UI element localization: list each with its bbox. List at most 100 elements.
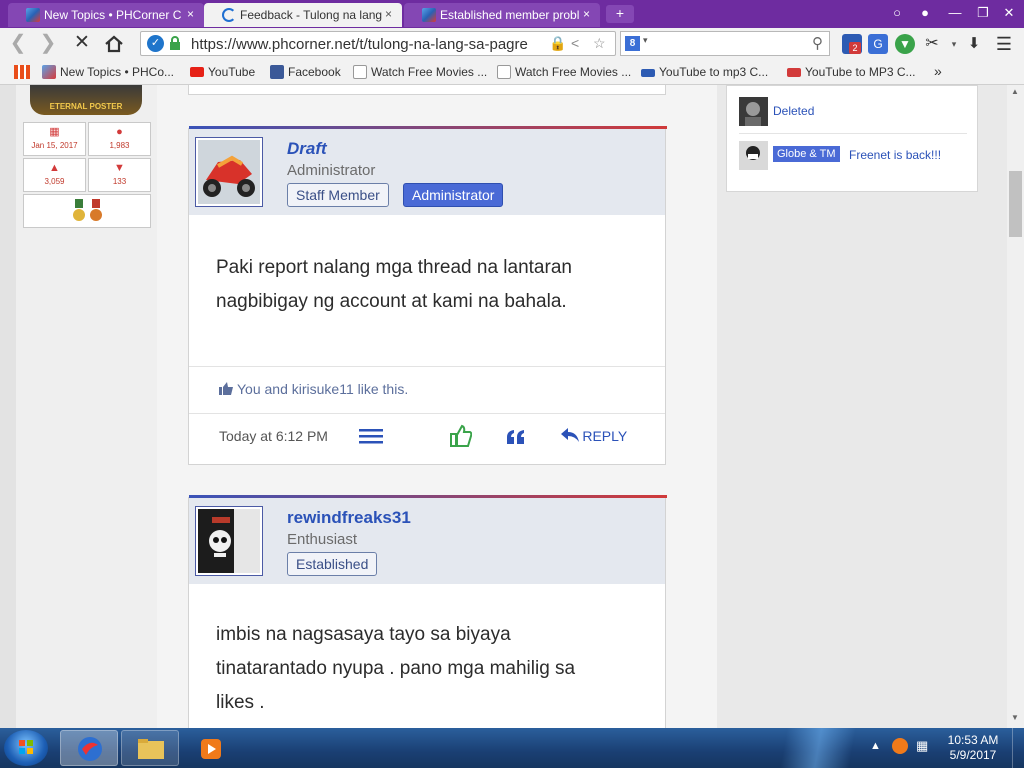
shield-extension-icon[interactable]: ▼ [895, 34, 915, 54]
media-player-icon [201, 739, 221, 759]
scrollbar-thumb[interactable] [1009, 171, 1022, 237]
user-stats-sidebar: ETERNAL POSTER ▦ Jan 15, 2017 ● 1,983 ▲ … [16, 85, 157, 728]
page-icon [497, 65, 511, 79]
engine-dropdown-icon[interactable]: ▾ [643, 35, 648, 46]
tab-established-member[interactable]: Established member probl × [404, 3, 600, 27]
clock-time: 10:53 AM [947, 733, 999, 747]
post-menu-icon[interactable] [359, 428, 383, 444]
thread-link[interactable]: Freenet is back!!! [849, 148, 941, 162]
reply-button[interactable]: REPLY [561, 428, 627, 454]
stat-join-date[interactable]: ▦ Jan 15, 2017 [23, 122, 86, 156]
profile-icon[interactable]: ● [914, 4, 936, 22]
forward-arrow-icon[interactable]: ❯ [36, 32, 60, 56]
post-timestamp[interactable]: Today at 6:12 PM [219, 428, 328, 444]
chat-icon[interactable]: ○ [886, 4, 908, 22]
tab-close-icon[interactable]: × [583, 7, 590, 21]
thread-link[interactable]: Deleted [773, 104, 814, 118]
search-input[interactable] [655, 34, 805, 53]
taskbar-explorer[interactable] [121, 730, 179, 766]
new-tab-button[interactable]: + [606, 5, 634, 23]
post-draft: Draft Administrator Staff Member Adminis… [188, 126, 667, 465]
bookmark-watch-movies-1[interactable]: Watch Free Movies ... [353, 65, 487, 79]
stat-trophies[interactable]: ▼ 133 [88, 158, 151, 192]
menu-icon[interactable]: ☰ [994, 34, 1014, 54]
user-title: Enthusiast [287, 531, 358, 548]
scroll-down-icon[interactable]: ▼ [1011, 713, 1020, 722]
home-icon[interactable] [102, 32, 126, 56]
search-engine-icon[interactable]: 8 [625, 36, 640, 51]
username-link[interactable]: Draft [287, 139, 327, 159]
tab-feedback[interactable]: Feedback - Tulong na lang × [204, 3, 402, 27]
scissors-dropdown-icon[interactable]: ▾ [944, 34, 964, 54]
more-bookmarks-icon[interactable]: » [934, 63, 942, 79]
verified-shield-icon: ✓ [147, 35, 164, 52]
tab-close-icon[interactable]: × [385, 7, 392, 21]
windows-logo-icon [19, 740, 33, 754]
close-window-icon[interactable]: ✕ [998, 4, 1020, 22]
like-button-icon[interactable] [450, 424, 472, 448]
bookmark-facebook[interactable]: Facebook [270, 65, 341, 79]
url-text[interactable]: https://www.phcorner.net/t/tulong-na-lan… [191, 36, 541, 53]
bookmark-new-topics[interactable]: New Topics • PHCo... [42, 65, 174, 79]
medal-icon[interactable] [89, 199, 103, 223]
show-desktop-button[interactable] [1012, 728, 1024, 768]
avatar[interactable] [195, 137, 263, 207]
bookmark-star-icon[interactable]: ☆ [593, 35, 606, 52]
browser-title-bar: New Topics • PHCorner C × Feedback - Tul… [0, 0, 1024, 28]
search-box[interactable]: 8 ▾ ⚲ [620, 31, 830, 56]
tab-new-topics[interactable]: New Topics • PHCorner C × [8, 3, 204, 27]
ext-notification-icon[interactable]: 2 [842, 34, 862, 54]
start-button[interactable] [4, 730, 48, 766]
taskbar-browser[interactable] [60, 730, 118, 766]
quote-icon[interactable] [507, 430, 525, 444]
stat-messages[interactable]: ● 1,983 [88, 122, 151, 156]
stop-loading-icon[interactable]: ✕ [70, 32, 94, 56]
stat-likes[interactable]: ▲ 3,059 [23, 158, 86, 192]
reply-arrow-icon [561, 428, 579, 442]
bookmark-youtube-mp3-2[interactable]: YouTube to MP3 C... [787, 65, 916, 79]
minimize-icon[interactable]: — [944, 4, 966, 22]
network-icon[interactable]: ▦ [916, 738, 928, 754]
prefix-tag[interactable]: Globe & TM [773, 146, 840, 162]
address-bar[interactable]: ✓ https://www.phcorner.net/t/tulong-na-l… [140, 31, 616, 56]
scissors-icon[interactable]: ✂ [922, 34, 942, 54]
restore-icon[interactable]: ❐ [972, 4, 994, 22]
translate-icon[interactable]: G [868, 34, 888, 54]
bookmark-youtube[interactable]: YouTube [190, 65, 255, 79]
post-rewindfreaks31: rewindfreaks31 Enthusiast Established im… [188, 495, 667, 728]
likes-text[interactable]: You and kirisuke11 like this. [237, 381, 408, 397]
avatar [739, 97, 768, 126]
download-icon[interactable]: ⬇ [964, 34, 984, 54]
back-arrow-icon[interactable]: ❮ [6, 32, 30, 56]
bookmark-youtube-mp3-1[interactable]: YouTube to mp3 C... [641, 65, 768, 79]
username-link[interactable]: rewindfreaks31 [287, 508, 411, 528]
recent-threads-panel: Deleted Globe & TM Freenet is back!!! [726, 85, 978, 192]
loading-spinner-icon [222, 8, 236, 22]
phcorner-cube-icon [26, 8, 40, 22]
user-title: Administrator [287, 162, 376, 179]
post-header: Draft Administrator Staff Member Adminis… [189, 129, 665, 215]
tab-close-icon[interactable]: × [187, 7, 194, 21]
security-lock-icon[interactable]: 🔒 [549, 35, 566, 52]
tray-app-icon[interactable] [892, 738, 908, 754]
avatar[interactable] [195, 506, 263, 576]
scroll-up-icon[interactable]: ▲ [1011, 87, 1020, 96]
divider [739, 133, 967, 134]
tab-title: Established member probl [440, 8, 580, 22]
taskbar-media-player[interactable] [182, 730, 240, 766]
medal-icon[interactable] [72, 199, 86, 223]
search-icon[interactable]: ⚲ [812, 34, 823, 52]
list-item[interactable]: Deleted [739, 97, 971, 127]
share-icon[interactable]: < [571, 35, 579, 51]
facebook-icon [270, 65, 284, 79]
page-scrollbar[interactable]: ▲ ▼ [1007, 85, 1024, 728]
likes-summary: You and kirisuke11 like this. [189, 366, 665, 414]
list-item[interactable]: Globe & TM Freenet is back!!! [739, 141, 971, 171]
apps-grid-icon[interactable] [14, 65, 30, 79]
tray-expand-icon[interactable]: ▲ [870, 740, 881, 752]
browser-logo-icon [78, 737, 102, 761]
post-header: rewindfreaks31 Enthusiast Established [189, 498, 665, 584]
bookmark-watch-movies-2[interactable]: Watch Free Movies ... [497, 65, 631, 79]
converter-icon [787, 68, 801, 77]
system-clock[interactable]: 10:53 AM 5/9/2017 [940, 733, 1006, 763]
